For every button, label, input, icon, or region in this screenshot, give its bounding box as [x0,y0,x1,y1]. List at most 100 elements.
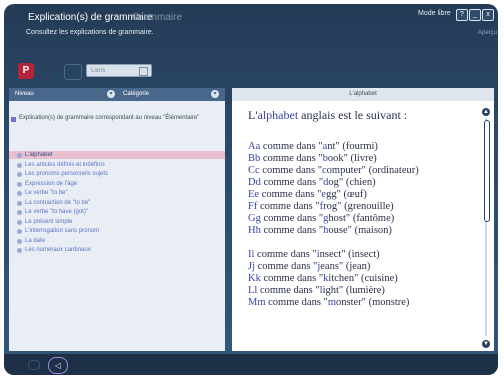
close-button[interactable]: x [482,9,494,21]
app-window: Explication(s) de grammaire Grammaire Co… [4,4,498,375]
left-panel: Niveau ▾ Catégorie ▾ Explication(s) de g… [9,88,225,351]
bullet-icon [17,181,22,187]
topic-label: La contraction de "to be" [25,199,91,206]
letter-label: Gg [248,213,261,224]
scroll-up-icon[interactable]: ▲ [482,108,490,116]
blank-toolbar-button[interactable] [64,64,82,80]
line-text: gg" (œuf) [326,189,367,200]
letter-line: Ii comme dans "insect" (insect) [248,249,470,261]
bullet-icon [17,238,22,244]
line-text: comme dans " [260,153,323,164]
niveau-label: Niveau [15,91,34,97]
line-highlight: m [327,297,337,308]
topic-item-age[interactable]: Expression de l'âge [9,180,225,188]
topic-item-to-be[interactable]: Le verbe "to be" [9,189,225,197]
line-text: og" (chien) [328,177,376,188]
bullet-icon [17,248,22,253]
categorie-dropdown-icon[interactable]: ▾ [211,90,219,98]
line-text: rog" (grenouille) [323,201,394,212]
bullet-icon [17,200,22,206]
topic-label: Le présent simple [25,218,73,225]
audio-play-button[interactable]: ◁ [48,357,68,374]
dropdown-icon [139,67,148,76]
mode-label: Mode libre [418,10,451,17]
explanation-body: L'alphabet anglais est le suivant : Aa c… [248,108,470,309]
bullet-icon [17,162,22,168]
letter-line: Ee comme dans "egg" (œuf) [248,189,470,201]
topic-list: L'alphabet Les articles définis et indéf… [9,151,225,256]
apercu-label: Aperçu [478,30,498,36]
links-field[interactable]: Liens [86,64,152,77]
line-text: comme dans " [257,285,320,296]
topic-label: La date [25,237,46,244]
bottom-bar: ◁ [4,354,498,375]
topic-item-to-have[interactable]: Le verbe "to have (got)" [9,208,225,216]
letter-label: Ll [248,285,258,296]
topic-item-interrogation[interactable]: L'interrogation sans pronom [9,227,225,235]
letter-label: Dd [248,177,261,188]
letter-label: Ee [248,189,260,200]
letter-label: Kk [248,273,261,284]
topic-item-articles[interactable]: Les articles définis et indéfinis [9,161,225,169]
letter-label: Jj [248,261,256,272]
intro-keyword: alphabet [257,108,299,122]
line-text: ook" (livre) [327,153,377,164]
letter-line: Ff comme dans "frog" (grenouille) [248,201,470,213]
window-subtitle: Consultez les explications de grammaire. [26,29,154,36]
line-text: host" (fantôme) [328,213,395,224]
topic-label: Les pronoms personnels sujets [25,171,109,177]
topic-item-alphabet[interactable]: L'alphabet [9,151,225,159]
topic-item-pronoms[interactable]: Les pronoms personnels sujets [9,170,225,178]
line-text: comme dans " [265,297,328,308]
topic-item-numeraux[interactable]: Les numéraux cardinaux [9,246,225,254]
topic-label: Expression de l'âge [25,180,78,187]
links-field-label: Liens [91,68,106,74]
minimize-button[interactable]: _ [469,9,481,21]
letter-line: Mm comme dans "monster" (monstre) [248,297,470,309]
letter-line: Hh comme dans "house" (maison) [248,225,470,237]
letter-label: Cc [248,165,260,176]
vertical-scrollbar[interactable]: ▲ ▼ [482,108,490,348]
line-text: eans" (jean) [320,261,371,272]
topic-item-date[interactable]: La date [9,237,225,245]
title-bar: Explication(s) de grammaire Grammaire Co… [4,4,498,48]
letter-label: Ff [248,201,258,212]
categorie-label: Catégorie [123,91,150,97]
filter-header: Niveau ▾ Catégorie ▾ [9,88,225,101]
content-panel: L'alphabet L'alphabet anglais est le sui… [232,88,494,351]
topic-label: Le verbe "to have (got)" [25,209,88,215]
letter-label: Bb [248,153,261,164]
bullet-icon [17,172,22,177]
niveau-dropdown-icon[interactable]: ▾ [107,90,115,98]
topic-label: Les numéraux cardinaux [25,247,91,253]
topic-label: Les articles définis et indéfinis [25,161,105,168]
topic-item-present-simple[interactable]: Le présent simple [9,218,225,226]
letter-line: Kk comme dans "kitchen" (cuisine) [248,273,470,285]
line-text: comme dans " [260,273,324,284]
bullet-icon [17,210,22,215]
letter-line: Gg comme dans "ghost" (fantôme) [248,213,470,225]
topic-label: L'interrogation sans pronom [25,228,100,234]
scroll-thumb[interactable] [484,120,490,222]
letter-label: Aa [248,141,261,152]
scroll-down-icon[interactable]: ▼ [482,340,490,348]
letter-line: Dd comme dans "dog" (chien) [248,177,470,189]
bullet-icon [17,219,22,225]
toolbar: P Liens [4,59,498,85]
line-text: nt" (fourmi) [327,141,378,152]
line-text: comme dans " [255,261,318,272]
bullet-icon [17,153,22,158]
line-text: ouse" (maison) [328,225,392,236]
letter-line: Jj comme dans "jeans" (jean) [248,261,470,273]
line-text: comme dans " [257,201,320,212]
line-text: comme dans " [259,165,322,176]
line-text: onster" (monstre) [336,297,410,308]
line-text: comme dans " [259,189,322,200]
intro-suffix: anglais est le suivant : [298,108,408,122]
bullet-icon [17,191,22,196]
print-button[interactable]: P [18,63,34,79]
letter-line: Ll comme dans "light" (lumière) [248,285,470,297]
help-button[interactable]: ? [456,9,468,21]
topic-item-contraction[interactable]: La contraction de "to be" [9,199,225,207]
